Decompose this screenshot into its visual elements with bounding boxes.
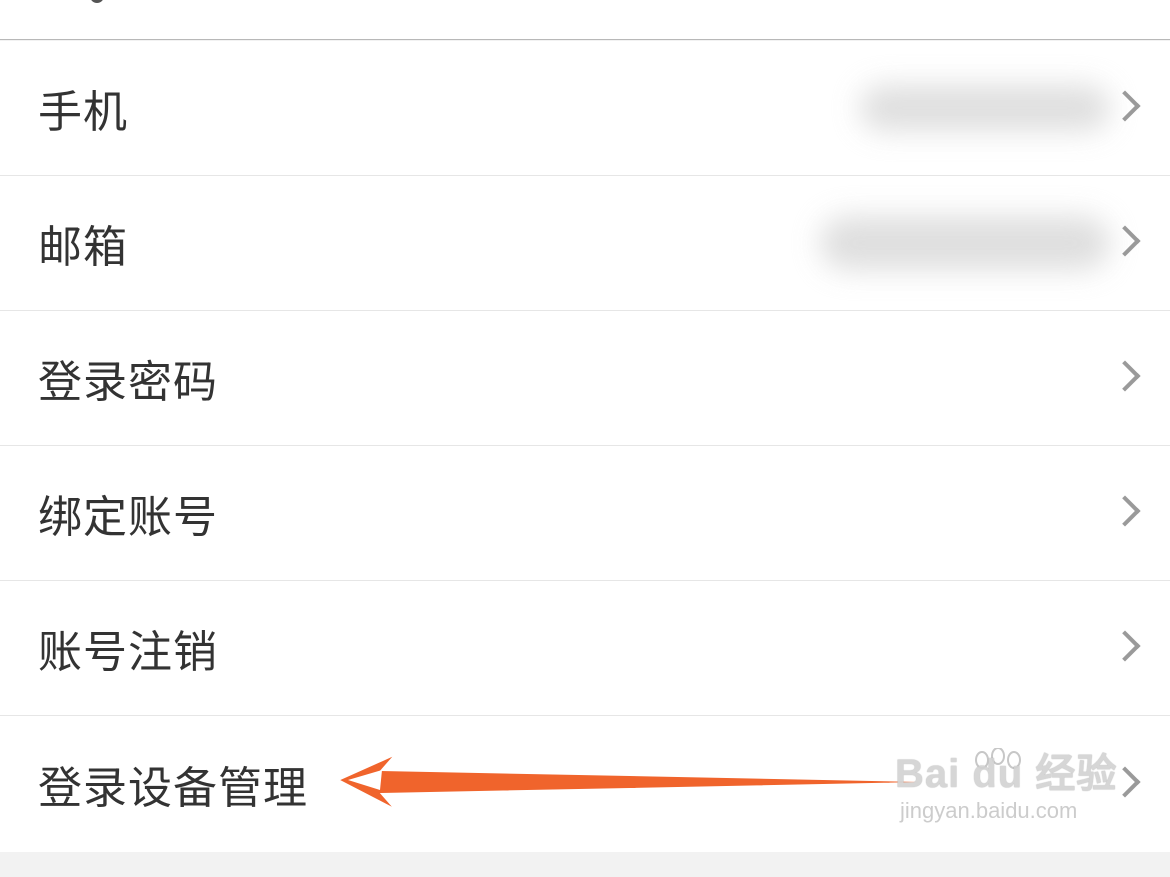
chevron-right-icon bbox=[1109, 360, 1141, 392]
menu-item-login-password[interactable]: 登录密码 bbox=[0, 311, 1170, 446]
cropped-header-glyph bbox=[90, 0, 104, 3]
menu-item-email[interactable]: 邮箱 bbox=[0, 176, 1170, 311]
account-settings-list: 手机 邮箱 登录密码 绑定账号 账号注销 登录设备管理 bbox=[0, 41, 1170, 852]
menu-item-bind-account[interactable]: 绑定账号 bbox=[0, 446, 1170, 581]
menu-item-label: 手机 bbox=[38, 87, 128, 138]
menu-item-label: 邮箱 bbox=[38, 222, 128, 273]
top-header-strip bbox=[0, 0, 1170, 40]
blurred-email-value bbox=[820, 216, 1110, 270]
chevron-right-icon bbox=[1109, 90, 1141, 122]
watermark-url: jingyan.baidu.com bbox=[900, 798, 1078, 823]
chevron-right-icon bbox=[1109, 630, 1141, 662]
menu-item-cancel-account[interactable]: 账号注销 bbox=[0, 581, 1170, 716]
chevron-right-icon bbox=[1109, 495, 1141, 527]
menu-item-label: 登录设备管理 bbox=[38, 763, 308, 814]
bottom-background-gap bbox=[0, 853, 1170, 877]
menu-item-label: 账号注销 bbox=[38, 627, 218, 678]
watermark-brand: Bai du 经验 bbox=[895, 752, 1118, 796]
menu-item-phone[interactable]: 手机 bbox=[0, 41, 1170, 176]
menu-item-label: 绑定账号 bbox=[38, 492, 218, 543]
watermark: Bai du 经验 jingyan.baidu.com bbox=[895, 752, 1117, 824]
orange-arrow-icon bbox=[335, 753, 971, 811]
menu-item-label: 登录密码 bbox=[38, 357, 218, 408]
blurred-phone-value bbox=[860, 85, 1110, 131]
chevron-right-icon bbox=[1109, 225, 1141, 257]
